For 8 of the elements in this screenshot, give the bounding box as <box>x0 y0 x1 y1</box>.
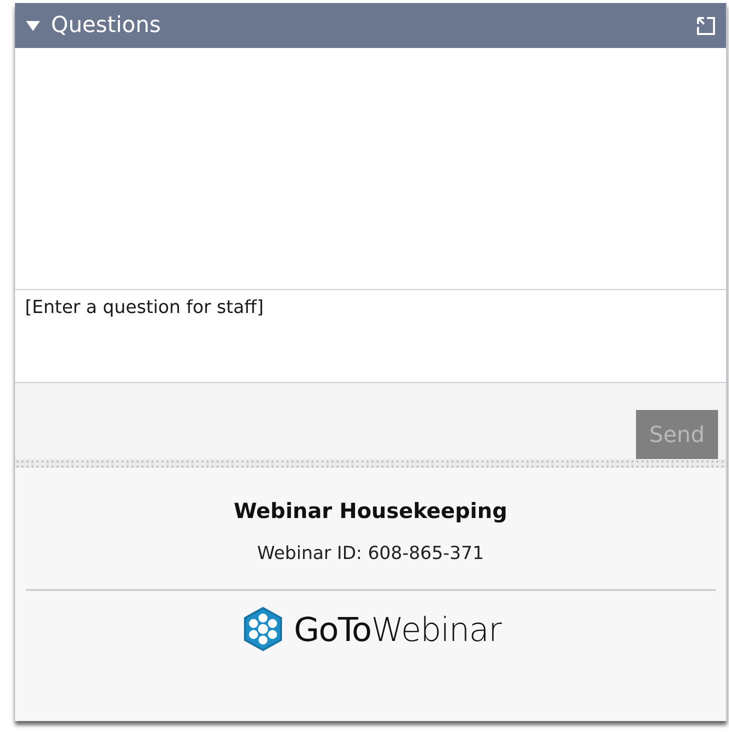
webinar-id: Webinar ID: 608-865-371 <box>257 542 484 566</box>
resize-grip[interactable] <box>15 459 726 468</box>
logo-wordmark: GoToWebinar <box>294 608 502 650</box>
question-input-field[interactable]: [Enter a question for staff] <box>15 290 726 383</box>
collapse-triangle-icon[interactable] <box>25 20 41 32</box>
panel-title: Questions <box>51 12 161 40</box>
popout-icon[interactable] <box>696 16 716 36</box>
footer-title: Webinar Housekeeping <box>234 498 508 525</box>
